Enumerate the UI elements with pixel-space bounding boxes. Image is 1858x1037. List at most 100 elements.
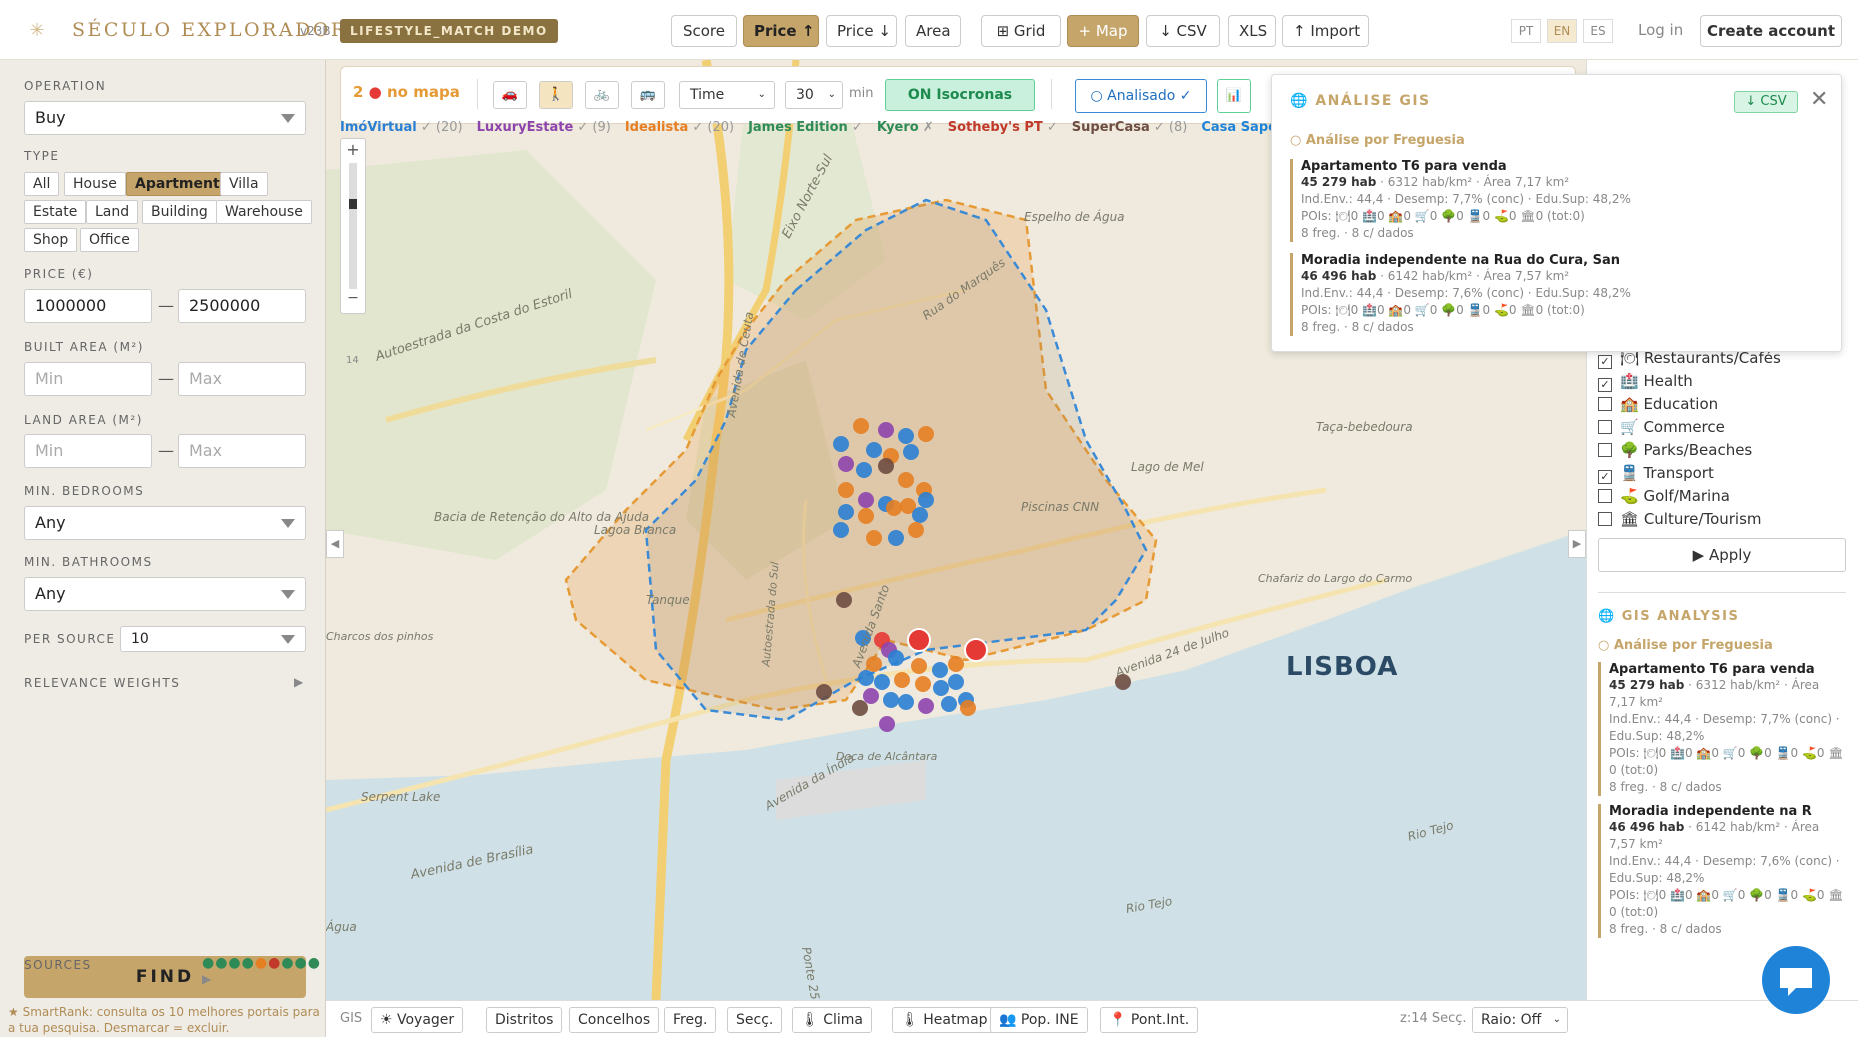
- expand-arrow-icon[interactable]: ▶: [294, 675, 303, 689]
- clima-button[interactable]: 🌡 Clima: [792, 1007, 872, 1033]
- poi-check-golf-marina[interactable]: ⛳ Golf/Marina: [1598, 486, 1730, 506]
- listing-marker[interactable]: [866, 656, 882, 672]
- walk-mode-button[interactable]: 🚶: [539, 81, 573, 109]
- lang-es[interactable]: ES: [1583, 19, 1613, 43]
- source-status-item[interactable]: ImóVirtual ✓ (20): [340, 120, 463, 135]
- bike-mode-button[interactable]: 🚲: [585, 81, 619, 109]
- land-area-min-input[interactable]: Min: [24, 434, 152, 468]
- listing-marker[interactable]: [878, 458, 894, 474]
- listing-marker[interactable]: [879, 716, 895, 732]
- listing-marker[interactable]: [886, 500, 902, 516]
- freg-button[interactable]: Freg.: [664, 1007, 717, 1033]
- operation-select[interactable]: Buy: [24, 101, 306, 135]
- pont-int-button[interactable]: 📍 Pont.Int.: [1100, 1007, 1199, 1033]
- xls-export-button[interactable]: XLS: [1228, 15, 1276, 47]
- heatmap-button[interactable]: 🌡 Heatmap: [892, 1007, 997, 1033]
- listing-marker[interactable]: [852, 700, 868, 716]
- listing-marker[interactable]: [858, 670, 874, 686]
- poi-check-parks-beaches[interactable]: 🌳 Parks/Beaches: [1598, 440, 1752, 460]
- source-status-item[interactable]: Kyero ✗: [877, 120, 934, 135]
- poi-check-commerce[interactable]: 🛒 Commerce: [1598, 417, 1725, 437]
- listing-marker[interactable]: [874, 674, 890, 690]
- type-shop[interactable]: Shop: [24, 228, 78, 252]
- isochrone-mode-select[interactable]: Time ⌄: [679, 81, 775, 109]
- listing-marker[interactable]: [838, 504, 854, 520]
- listing-marker[interactable]: [853, 418, 869, 434]
- source-status-item[interactable]: LuxuryEstate ✓ (9): [477, 120, 611, 135]
- checkbox[interactable]: [1598, 489, 1612, 503]
- type-land[interactable]: Land: [86, 200, 139, 224]
- listing-marker[interactable]: [918, 492, 934, 508]
- listing-marker[interactable]: [866, 442, 882, 458]
- raio-select[interactable]: Raio: Off ⌄: [1472, 1007, 1568, 1033]
- chat-button[interactable]: [1762, 946, 1830, 1014]
- listing-marker[interactable]: [833, 436, 849, 452]
- selected-listing-marker[interactable]: [964, 638, 988, 662]
- sources-dots[interactable]: ●●●●●●●●● ▶: [202, 955, 325, 987]
- zoom-in-button[interactable]: +: [341, 139, 365, 161]
- poi-check-health[interactable]: ✓ 🏥 Health: [1598, 371, 1693, 392]
- poi-check-culture-tourism[interactable]: 🏛 Culture/Tourism: [1598, 509, 1762, 529]
- zoom-handle[interactable]: [349, 199, 357, 209]
- listing-marker[interactable]: [858, 492, 874, 508]
- pop-ine-button[interactable]: 👥 Pop. INE: [990, 1007, 1088, 1033]
- concelhos-button[interactable]: Concelhos: [569, 1007, 660, 1033]
- listing-marker[interactable]: [863, 688, 879, 704]
- listing-marker[interactable]: [883, 692, 899, 708]
- price-min-input[interactable]: 1000000: [24, 289, 152, 323]
- price-max-input[interactable]: 2500000: [178, 289, 306, 323]
- source-status-item[interactable]: Casa Sapo ✓: [1201, 120, 1275, 135]
- listing-marker[interactable]: [903, 444, 919, 460]
- listing-marker[interactable]: [856, 462, 872, 478]
- analisado-button[interactable]: ○ Analisado ✓: [1075, 79, 1207, 113]
- source-status-item[interactable]: James Edition ✓: [748, 120, 863, 135]
- listing-marker[interactable]: [948, 656, 964, 672]
- relevance-weights-label[interactable]: RELEVANCE WEIGHTS: [24, 676, 180, 690]
- listing-marker[interactable]: [816, 684, 832, 700]
- checkbox[interactable]: [1598, 443, 1612, 457]
- zoom-out-button[interactable]: −: [341, 291, 365, 305]
- sort-price-down-button[interactable]: Price ↓: [826, 15, 897, 47]
- type-house[interactable]: House: [64, 172, 126, 196]
- listing-marker[interactable]: [941, 696, 957, 712]
- checkbox[interactable]: ✓: [1598, 355, 1612, 369]
- checkbox[interactable]: [1598, 397, 1612, 411]
- chart-icon[interactable]: 📊: [1217, 79, 1251, 113]
- listing-marker[interactable]: [894, 672, 910, 688]
- lang-pt[interactable]: PT: [1511, 19, 1541, 43]
- built-area-min-input[interactable]: Min: [24, 362, 152, 396]
- listing-marker[interactable]: [898, 694, 914, 710]
- minutes-select[interactable]: 30 ⌄: [785, 81, 843, 109]
- sort-price-up-button[interactable]: Price ↑: [743, 15, 819, 47]
- listing-marker[interactable]: [866, 530, 882, 546]
- type-apartment[interactable]: Apartment: [126, 172, 229, 196]
- selected-listing-marker[interactable]: [907, 628, 931, 652]
- listing-marker[interactable]: [898, 428, 914, 444]
- type-warehouse[interactable]: Warehouse: [216, 200, 312, 224]
- source-status-item[interactable]: SuperCasa ✓ (8): [1072, 120, 1188, 135]
- listing-marker[interactable]: [836, 592, 852, 608]
- listing-marker[interactable]: [960, 700, 976, 716]
- isochrones-toggle[interactable]: ON Isocronas: [885, 79, 1035, 111]
- collapse-right-arrow[interactable]: ▶: [1568, 530, 1586, 558]
- type-building[interactable]: Building: [142, 200, 217, 224]
- built-area-max-input[interactable]: Max: [178, 362, 306, 396]
- type-estate[interactable]: Estate: [24, 200, 87, 224]
- listing-marker[interactable]: [858, 508, 874, 524]
- sort-area-button[interactable]: Area: [905, 15, 961, 47]
- listing-marker[interactable]: [918, 426, 934, 442]
- source-status-item[interactable]: Idealista ✓ (20): [625, 120, 734, 135]
- listing-marker[interactable]: [878, 422, 894, 438]
- checkbox[interactable]: [1598, 512, 1612, 526]
- checkbox[interactable]: [1598, 420, 1612, 434]
- gis-csv-button[interactable]: ↓ CSV: [1734, 91, 1798, 113]
- listing-marker[interactable]: [838, 482, 854, 498]
- collapse-left-arrow[interactable]: ◀: [326, 530, 344, 558]
- listing-marker[interactable]: [915, 676, 931, 692]
- listing-marker[interactable]: [912, 507, 928, 523]
- listing-marker[interactable]: [932, 662, 948, 678]
- listing-marker[interactable]: [898, 472, 914, 488]
- listing-marker[interactable]: [911, 658, 927, 674]
- listing-marker[interactable]: [888, 530, 904, 546]
- type-villa[interactable]: Villa: [220, 172, 268, 196]
